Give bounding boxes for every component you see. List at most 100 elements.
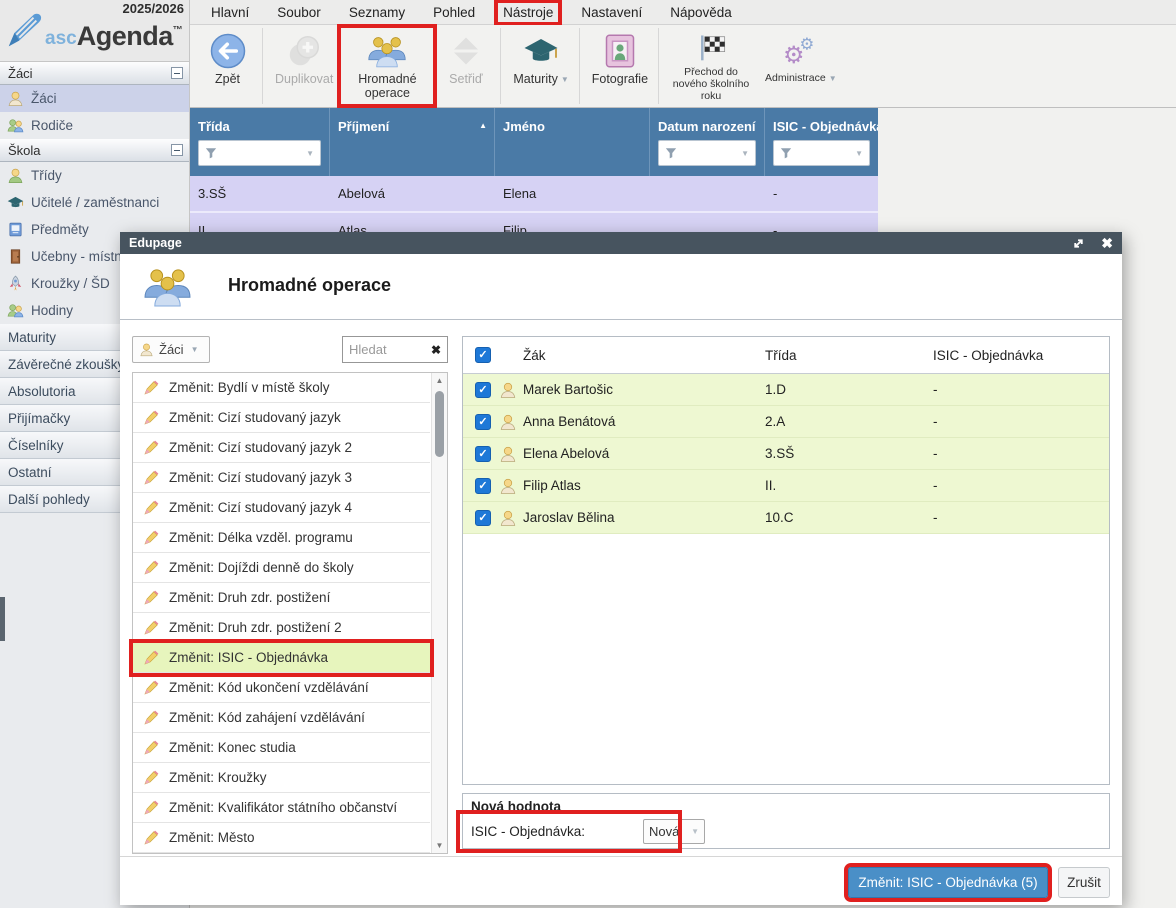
- scope-selector-label: Žáci: [159, 342, 184, 357]
- row-checkbox[interactable]: [475, 446, 491, 462]
- menu-item[interactable]: Pohled: [424, 3, 484, 22]
- student-row[interactable]: Anna Benátová 2.A -: [463, 406, 1109, 438]
- column-filter-dropdown[interactable]: ▼: [773, 140, 870, 166]
- operation-item[interactable]: Změnit: Délka vzděl. programu: [133, 523, 430, 553]
- dialog-title: Hromadné operace: [228, 275, 391, 296]
- operation-item[interactable]: Změnit: Cizí studovaný jazyk: [133, 403, 430, 433]
- students-table: Žák Třída ISIC - Objednávka Marek Bartoš…: [462, 336, 1110, 785]
- scope-selector[interactable]: Žáci ▼: [132, 336, 210, 363]
- toolbar-button[interactable]: Duplikovat ▼: [269, 28, 339, 104]
- sidebar-item[interactable]: Rodiče: [0, 112, 189, 139]
- table-column-header[interactable]: Jméno ▲ ▼: [495, 108, 650, 176]
- toolbar-button[interactable]: Přechod do nového školního roku ▼: [665, 28, 757, 104]
- pencil-icon: [143, 740, 159, 756]
- column-class: Třída: [765, 348, 933, 363]
- select-all-checkbox[interactable]: [475, 347, 491, 363]
- sidebar-item[interactable]: Žáci: [0, 85, 189, 112]
- operation-item[interactable]: Změnit: Druh zdr. postižení: [133, 583, 430, 613]
- toolbar-button[interactable]: Setřiď ▼: [435, 28, 501, 104]
- sidebar-item[interactable]: Učitelé / zaměstnanci: [0, 189, 189, 216]
- row-checkbox[interactable]: [475, 382, 491, 398]
- operation-item[interactable]: Změnit: Kroužky: [133, 763, 430, 793]
- footer-divider: [120, 856, 1122, 857]
- student-row[interactable]: Jaroslav Bělina 10.C -: [463, 502, 1109, 534]
- pencil-icon: [143, 770, 159, 786]
- sidebar-item[interactable]: Třídy: [0, 162, 189, 189]
- new-value-fieldset: Nová hodnota ISIC - Objednávka: Nová ▼: [462, 793, 1110, 849]
- operation-item[interactable]: Změnit: Kvalifikátor státního občanství: [133, 793, 430, 823]
- pencil-icon: [143, 800, 159, 816]
- column-filter-dropdown[interactable]: ▼: [658, 140, 756, 166]
- pencil-icon: [143, 830, 159, 846]
- table-column-header[interactable]: ISIC - Objednávka ▲ ▼: [765, 108, 878, 176]
- row-checkbox[interactable]: [475, 478, 491, 494]
- operation-item[interactable]: Změnit: Kód ukončení vzdělávání: [133, 673, 430, 703]
- search-input[interactable]: [349, 342, 421, 357]
- row-checkbox[interactable]: [475, 414, 491, 430]
- operation-item[interactable]: Změnit: Město: [133, 823, 430, 853]
- scrollbar-thumb[interactable]: [435, 391, 444, 457]
- resize-icon[interactable]: [1072, 237, 1085, 250]
- pencil-logo-icon: [5, 12, 43, 50]
- scrollbar[interactable]: ▲ ▼: [431, 373, 447, 853]
- avatar-icon: [499, 413, 517, 431]
- student-row[interactable]: Filip Atlas II. -: [463, 470, 1109, 502]
- toolbar-button[interactable]: Hromadné operace ▼: [341, 28, 433, 104]
- operation-item[interactable]: Změnit: ISIC - Objednávka: [133, 643, 430, 673]
- operation-item[interactable]: Změnit: Kód zahájení vzdělávání: [133, 703, 430, 733]
- operation-item[interactable]: Změnit: Dojíždi denně do školy: [133, 553, 430, 583]
- menu-item[interactable]: Seznamy: [340, 3, 414, 22]
- table-column-header[interactable]: Datum narození ▲ ▼: [650, 108, 765, 176]
- menu-item[interactable]: Nastavení: [572, 3, 651, 22]
- operation-item[interactable]: Změnit: Bydlí v místě školy: [133, 373, 430, 403]
- collapse-box-icon[interactable]: [171, 67, 183, 79]
- sort-icon: [447, 33, 485, 69]
- submit-button[interactable]: Změnit: ISIC - Objednávka (5): [848, 867, 1048, 898]
- pencil-icon: [143, 710, 159, 726]
- bulk-operations-icon: [368, 33, 406, 69]
- collapsed-panel-handle[interactable]: [0, 597, 5, 641]
- search-box: ✖: [342, 336, 448, 363]
- toolbar-button[interactable]: Maturity ▼: [507, 28, 579, 104]
- sidebar-item[interactable]: Škola: [0, 139, 189, 162]
- rooms-icon: [7, 248, 24, 265]
- sidebar-item[interactable]: Žáci: [0, 62, 189, 85]
- row-checkbox[interactable]: [475, 510, 491, 526]
- pencil-icon: [143, 560, 159, 576]
- menu-item[interactable]: Soubor: [268, 3, 330, 22]
- menu-item[interactable]: Nástroje: [494, 3, 562, 22]
- operation-item[interactable]: Změnit: Cizí studovaný jazyk 2: [133, 433, 430, 463]
- table-row[interactable]: 3.SŠ Abelová Elena -: [190, 176, 878, 213]
- student-row[interactable]: Elena Abelová 3.SŠ -: [463, 438, 1109, 470]
- scroll-up-icon[interactable]: ▲: [432, 376, 447, 385]
- funnel-icon: [205, 147, 217, 159]
- table-column-header[interactable]: Třída ▲ ▼: [190, 108, 330, 176]
- dialog-titlebar[interactable]: Edupage ✖: [120, 232, 1122, 254]
- operation-item[interactable]: Změnit: Cizí studovaný jazyk 3: [133, 463, 430, 493]
- scroll-down-icon[interactable]: ▼: [432, 841, 447, 850]
- students-background-table: Třída ▲ ▼ Příjmení ▲ ▼ Jméno ▲: [190, 108, 878, 250]
- close-icon[interactable]: ✖: [1101, 236, 1113, 250]
- logo-trademark: ™: [173, 25, 183, 36]
- isic-value-dropdown[interactable]: Nová ▼: [643, 819, 705, 844]
- column-filter-dropdown[interactable]: ▼: [198, 140, 321, 166]
- collapse-box-icon[interactable]: [171, 144, 183, 156]
- operation-item[interactable]: Změnit: Konec studia: [133, 733, 430, 763]
- pencil-icon: [143, 500, 159, 516]
- table-column-header[interactable]: Příjmení ▲ ▼: [330, 108, 495, 176]
- clear-search-icon[interactable]: ✖: [431, 343, 441, 357]
- toolbar-button[interactable]: Fotografie ▼: [586, 28, 659, 104]
- toolbar-button[interactable]: Administrace ▼: [759, 28, 843, 104]
- toolbar-button[interactable]: Zpět ▼: [197, 28, 263, 104]
- menu-item[interactable]: Hlavní: [202, 3, 258, 22]
- operation-item[interactable]: Změnit: Druh zdr. postižení 2: [133, 613, 430, 643]
- logo-text-asc: asc: [45, 28, 77, 50]
- avatar-icon: [499, 381, 517, 399]
- operation-item[interactable]: Změnit: Cizí studovaný jazyk 4: [133, 493, 430, 523]
- students-table-header: Žák Třída ISIC - Objednávka: [463, 337, 1109, 374]
- student-row[interactable]: Marek Bartošic 1.D -: [463, 374, 1109, 406]
- pencil-icon: [143, 650, 159, 666]
- menu-item[interactable]: Nápověda: [661, 3, 741, 22]
- cancel-button[interactable]: Zrušit: [1058, 867, 1110, 898]
- student-icon: [139, 342, 154, 357]
